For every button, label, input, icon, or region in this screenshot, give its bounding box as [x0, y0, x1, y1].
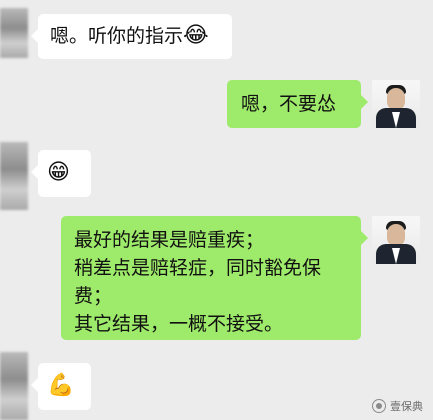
message-line: 其它结果，一概不接受。: [74, 313, 284, 335]
chat-thread: 嗯。听你的指示😂 嗯，不要怂 😁 最好的结果是赔重疾； 稍差点是赔轻症，同时豁免…: [0, 0, 433, 420]
contact-avatar-blurred[interactable]: [0, 8, 28, 58]
user-avatar[interactable]: [372, 216, 420, 264]
message-line: 费；: [74, 285, 113, 307]
contact-avatar-blurred[interactable]: [0, 352, 28, 420]
contact-avatar-blurred[interactable]: [0, 142, 28, 210]
message-text: 嗯，不要怂: [241, 93, 337, 115]
brand-logo-icon: [372, 399, 386, 413]
watermark-text: 壹保典: [390, 400, 423, 413]
outgoing-message-bubble[interactable]: 嗯，不要怂: [227, 80, 368, 128]
incoming-emoji-bubble[interactable]: 😁: [31, 150, 91, 197]
laughing-tears-emoji-icon: 😂: [183, 23, 209, 48]
outgoing-message-bubble[interactable]: 最好的结果是赔重疾； 稍差点是赔轻症，同时豁免保 费； 其它结果，一概不接受。: [61, 216, 368, 340]
flexed-biceps-emoji-icon: 💪: [47, 373, 75, 398]
watermark: 壹保典: [372, 398, 423, 414]
user-avatar[interactable]: [372, 80, 420, 128]
incoming-emoji-bubble[interactable]: 💪: [31, 363, 91, 410]
incoming-message-bubble[interactable]: 嗯。听你的指示😂: [31, 14, 232, 59]
message-line: 最好的结果是赔重疾；: [74, 229, 265, 251]
message-line: 稍差点是赔轻症，同时豁免保: [74, 257, 322, 279]
message-text: 嗯。听你的指示: [50, 25, 184, 47]
grinning-face-emoji-icon: 😁: [47, 160, 70, 185]
